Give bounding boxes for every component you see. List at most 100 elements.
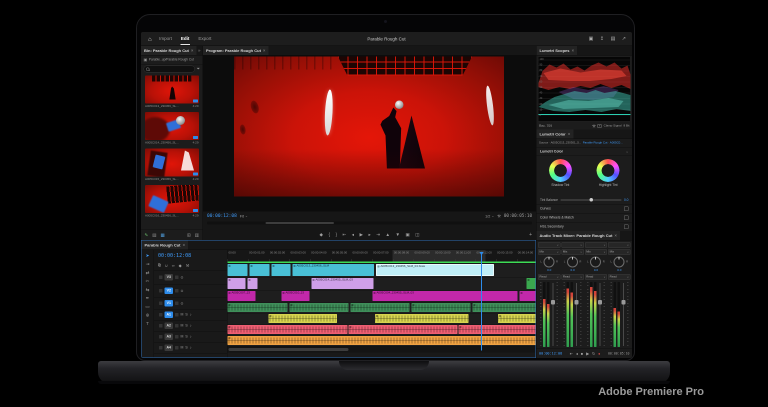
track-output-select[interactable]: ⌄ [608,242,630,248]
mix-select[interactable]: Mix⌄ [585,249,607,255]
track-target-a4[interactable]: A4 [165,345,174,352]
track-target-v2[interactable]: V2 [165,288,174,295]
tab-lumetri-color[interactable]: Lumetri Color × [537,130,574,139]
voiceover-record-icon[interactable]: ♪ [190,313,192,317]
pan-value[interactable]: 0.0 [585,269,607,273]
timeline-clip[interactable] [228,336,536,345]
scrubber-segment[interactable] [266,222,334,224]
track-header-a1[interactable]: A1MS♪ [154,310,227,321]
comparison-view-icon[interactable]: ◫ [415,232,419,238]
mute-track-icon[interactable]: M [181,313,184,317]
step-back-icon[interactable]: ◂ [576,351,578,356]
clip-thumbnail[interactable] [145,76,199,104]
timeline-clip[interactable] [248,278,258,289]
bin-item[interactable]: A005C014_230456_SL...4:29 [145,112,199,146]
close-icon[interactable]: × [183,243,186,248]
extract-icon[interactable]: ▼ [396,232,400,237]
lumetri-preset-row[interactable]: Lumetri Color ⌄ [537,148,633,157]
section-toggle[interactable] [624,207,629,212]
tab-timeline-sequence[interactable]: Parable Rough Cut × [142,241,189,250]
track-header-v1[interactable]: V1⊙ [154,298,227,310]
track-header-a4[interactable]: A4MS♪ [154,343,227,354]
search-input[interactable] [144,66,195,73]
go-to-in-icon[interactable]: ⇤ [570,351,573,356]
fader-handle[interactable] [575,300,579,305]
panel-overflow-icon[interactable]: » [198,48,201,53]
button-editor-icon[interactable]: + [529,232,532,238]
volume-fader[interactable] [598,282,602,347]
bit-depth-label[interactable]: 8 Bit [623,125,629,128]
close-icon[interactable]: × [263,48,266,53]
new-bin-icon[interactable]: ⊞ [187,232,191,238]
tint-balance-slider[interactable] [560,200,621,201]
toggle-track-visibility-icon[interactable]: ⊙ [181,289,184,293]
close-icon[interactable]: × [568,132,571,137]
timeline-settings-icon[interactable]: ⚒ [186,263,190,268]
colorspace-label[interactable]: Rec. 709 [539,124,552,128]
play-icon[interactable]: ▶ [586,351,589,356]
slip-tool[interactable]: ⇆ [146,287,150,293]
home-icon[interactable]: ⌂ [148,35,152,42]
type-tool[interactable]: T [146,321,149,326]
filter-icon[interactable]: ⏷ [197,67,200,72]
mix-select[interactable]: Mix⌄ [608,249,630,255]
record-icon[interactable]: ● [598,351,600,356]
solo-track-icon[interactable]: S [185,324,187,328]
solo-track-icon[interactable]: S [185,335,187,339]
snap-icon[interactable]: ∪ [165,263,168,268]
rectangle-tool[interactable]: ▭ [145,304,149,310]
voiceover-record-icon[interactable]: ♪ [190,335,192,339]
sync-lock-icon[interactable] [175,276,179,280]
fader-handle[interactable] [598,300,602,305]
tab-program[interactable]: Program: Parable Rough Cut × [203,46,269,55]
playback-resolution-dropdown[interactable]: 1/2⌄ [485,214,494,219]
play-icon[interactable]: ▶ [360,232,363,238]
fader-handle[interactable] [621,300,625,305]
stop-icon[interactable]: ■ [581,351,583,356]
insert-overwrite-icon[interactable]: ⧉ [158,263,161,268]
timeline-ruler[interactable]: 00:0000:00:01:0000:00:02:0000:00:03:0000… [228,250,536,264]
timeline-clip[interactable]: A005C013_230456_SLM [293,264,375,276]
timeline-clip[interactable] [375,314,469,323]
automation-mode-select[interactable]: Read⌄ [538,274,560,280]
tab-audio-track-mixer[interactable]: Audio Track Mixer: Parable Rough Cut × [537,231,621,240]
track-target-a1[interactable]: A1 [165,312,174,319]
selection-tool[interactable]: ➤ [146,253,150,259]
mark-out-icon[interactable]: } [335,232,337,237]
mute-track-icon[interactable]: M [181,346,184,350]
pan-value[interactable]: 0.0 [561,269,583,273]
tint-balance-value[interactable]: 0.0 [624,198,629,202]
track-target-a3[interactable]: A3 [165,334,174,341]
scrollbar-thumb[interactable] [229,348,349,351]
color-wheel[interactable] [597,159,620,182]
program-scrubber[interactable] [203,221,536,229]
timeline-clip[interactable] [520,291,536,301]
close-icon[interactable]: × [614,233,617,238]
fader-handle[interactable] [551,300,555,305]
toggle-track-visibility-icon[interactable]: ⊙ [181,275,184,279]
thumbnail-view-icon[interactable]: ▦ [161,232,165,238]
quick-export-icon[interactable]: ↥ [600,36,604,42]
lock-icon[interactable] [159,346,163,350]
track-select-tool[interactable]: ⇥ [146,262,150,268]
bin-item[interactable]: A005C016_230456_SL...4:29 [145,185,199,219]
track-lane-v3[interactable]: A005C013_230456_SLMA005C013_230456_SLM_0… [228,264,536,278]
mute-track-icon[interactable]: M [181,324,184,328]
sync-lock-icon[interactable] [175,289,179,293]
timeline-clip[interactable] [228,303,288,312]
sync-lock-icon[interactable] [175,346,179,350]
lumetri-section-hsl-secondary[interactable]: HSL Secondary [537,222,633,231]
target-sequence-label[interactable]: Parable Rough Cut · A005C0... [583,142,623,145]
workspace-icon[interactable]: ▣ [589,36,594,42]
lock-icon[interactable] [159,324,163,328]
track-target-v3[interactable]: V3 [165,274,174,281]
track-header-a2[interactable]: A2MS♪ [154,321,227,332]
track-lane-a1[interactable] [228,303,536,314]
fit-dropdown[interactable]: Fit⌄ [240,214,248,219]
list-view-icon[interactable]: ▤ [152,232,156,238]
timeline-clip[interactable] [228,264,248,276]
track-target-a2[interactable]: A2 [165,323,174,330]
bin-item[interactable]: A005C013_230456_SL...4:29 [145,76,199,110]
lock-icon[interactable] [159,302,163,306]
pan-knob[interactable] [590,257,601,268]
